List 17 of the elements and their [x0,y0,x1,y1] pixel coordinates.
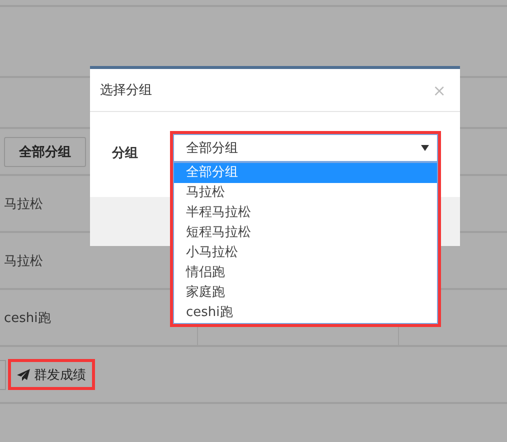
table-cell-text: ceshi跑 [4,310,51,326]
group-filter-button[interactable]: 全部分组 [4,136,86,166]
dropdown-option[interactable]: 小马拉松 [174,243,437,263]
send-scores-button[interactable]: 群发成绩 [9,360,94,389]
dropdown-option[interactable]: 情侣跑 [174,263,437,283]
dialog-title: 选择分组 [100,82,152,99]
dropdown-option[interactable]: 半程马拉松 [174,203,437,223]
dropdown-option[interactable]: 短程马拉松 [174,223,437,243]
table-cell-text: 马拉松 [4,252,43,270]
paper-plane-icon [17,368,30,380]
group-select[interactable]: 全部分组 [173,134,438,162]
dropdown-option[interactable]: 马拉松 [174,183,437,203]
field-label: 分组 [112,146,138,161]
table-cell-text: 马拉松 [4,196,43,212]
dropdown-option[interactable]: ceshi跑 [174,303,437,323]
dropdown-option[interactable]: 家庭跑 [174,283,437,303]
caret-icon [421,145,429,151]
